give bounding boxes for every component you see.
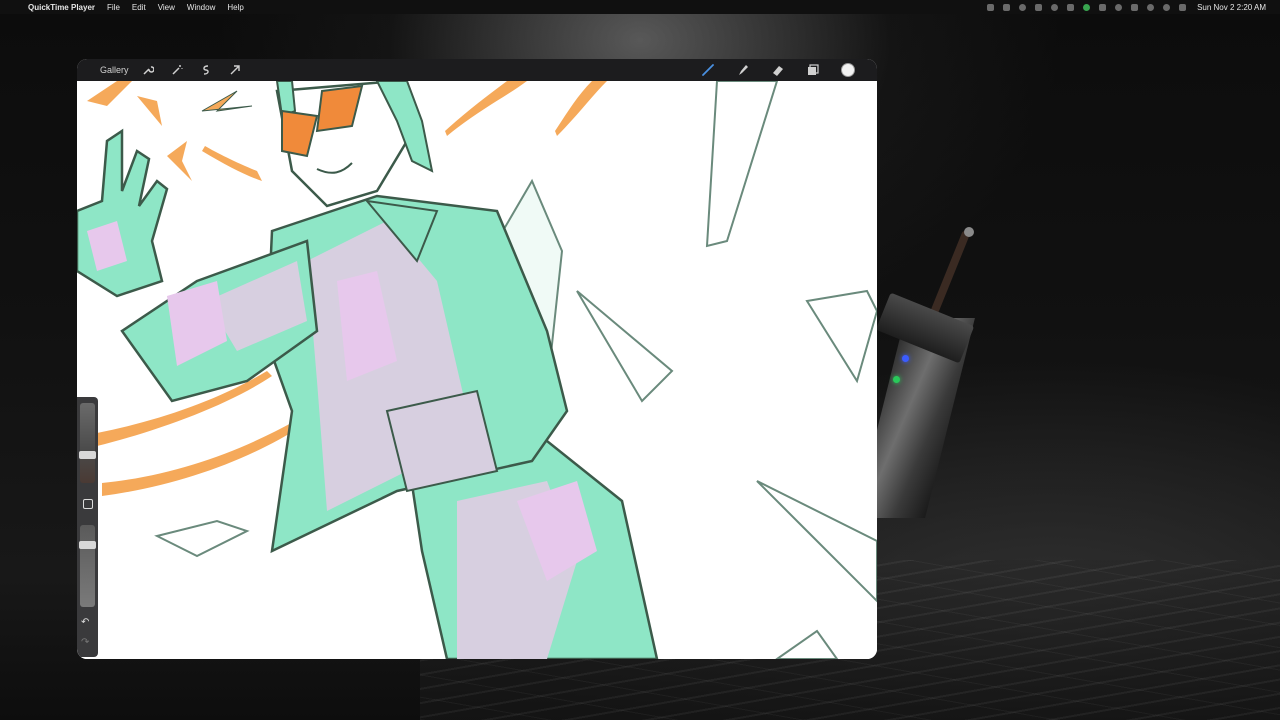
glass-shard [805, 289, 877, 384]
smudge-icon[interactable] [736, 63, 750, 77]
menubar-clock[interactable]: Sun Nov 2 2:20 AM [1197, 3, 1266, 12]
brush-size-thumb[interactable] [79, 451, 96, 459]
wallpaper-materia-blue [902, 355, 909, 362]
brush-opacity-slider[interactable] [80, 525, 95, 607]
screen-record-icon[interactable] [987, 3, 995, 11]
glass-shard [154, 519, 250, 558]
orange-streak [202, 146, 262, 181]
status-area: Sun Nov 2 2:20 AM [987, 0, 1272, 14]
side-slider-panel: ↶ ↷ [77, 397, 98, 657]
menu-edit[interactable]: Edit [132, 3, 146, 12]
orange-streak [555, 81, 607, 136]
siri-icon[interactable] [1163, 3, 1171, 11]
vpn-icon[interactable] [1067, 3, 1075, 11]
app-status-icon[interactable] [1083, 3, 1091, 11]
drawing-canvas[interactable]: ↶ ↷ [77, 81, 877, 659]
layers-icon[interactable] [806, 63, 820, 77]
undo-button[interactable]: ↶ [81, 617, 89, 628]
extension-icon[interactable] [1019, 3, 1027, 11]
control-icon[interactable] [1035, 3, 1043, 11]
magic-wand-icon[interactable] [170, 63, 184, 77]
procreate-window: Gallery ↶ ↷ [77, 59, 877, 659]
app-menu[interactable]: QuickTime Player [28, 3, 95, 12]
gallery-button[interactable]: Gallery [100, 65, 129, 75]
play-icon[interactable] [1115, 3, 1123, 11]
menu-bar: QuickTime Player File Edit View Window H… [0, 0, 1280, 14]
painting-tools [701, 63, 855, 77]
menu-file[interactable]: File [107, 3, 120, 12]
glass-shard [775, 629, 839, 659]
selection-icon[interactable] [199, 63, 213, 77]
display-icon[interactable] [1003, 3, 1011, 11]
menu-view[interactable]: View [158, 3, 175, 12]
control-center-icon[interactable] [1179, 3, 1187, 11]
brush-size-slider[interactable] [80, 403, 95, 483]
notification-icon[interactable] [1051, 3, 1059, 11]
figure-hand [77, 128, 169, 298]
brush-icon[interactable] [701, 63, 715, 77]
orange-spark [167, 141, 192, 181]
procreate-toolbar: Gallery [77, 59, 877, 81]
menu-help[interactable]: Help [227, 3, 243, 12]
moon-icon[interactable] [1147, 3, 1155, 11]
eraser-icon[interactable] [771, 63, 785, 77]
glass-shard [576, 290, 674, 403]
glass-shard [756, 480, 877, 603]
wifi-icon[interactable] [1131, 3, 1139, 11]
menu-window[interactable]: Window [187, 3, 215, 12]
arrow-icon[interactable] [1099, 3, 1107, 11]
wallpaper-sword-pommel [964, 227, 974, 237]
glass-shard [705, 81, 779, 248]
wallpaper-materia-green [893, 376, 900, 383]
orange-spark [201, 90, 253, 112]
color-picker-button[interactable] [841, 63, 855, 77]
modify-button[interactable] [83, 499, 93, 509]
redo-button[interactable]: ↷ [81, 637, 89, 648]
transform-arrow-icon[interactable] [228, 63, 242, 77]
wrench-icon[interactable] [141, 63, 155, 77]
orange-streak [445, 81, 527, 136]
artwork-illustration [77, 81, 877, 659]
brush-opacity-thumb[interactable] [79, 541, 96, 549]
orange-spark [137, 96, 162, 126]
orange-streak [87, 81, 132, 106]
